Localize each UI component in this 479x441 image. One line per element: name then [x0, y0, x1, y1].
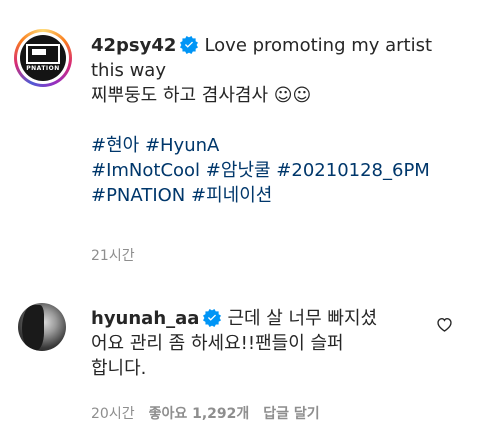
- hashtag-link[interactable]: #20210128_6PM: [276, 160, 430, 181]
- reply-button[interactable]: 답글 달기: [263, 403, 319, 423]
- hashtag-link[interactable]: #HyunA: [145, 135, 219, 156]
- caption-text-3: 찌뿌둥도 하고 겸사겸사 ☺☺: [91, 85, 312, 106]
- comment-text-2: 어요 관리 좀 하세요!!팬들이 슬퍼: [91, 333, 344, 354]
- hashtag-link[interactable]: #PNATION: [91, 185, 185, 206]
- post-username[interactable]: 42psy42: [91, 35, 176, 56]
- hashtag-link[interactable]: #피네이션: [191, 185, 272, 206]
- comment-text-3: 합니다.: [91, 358, 147, 379]
- verified-badge-icon: [203, 309, 222, 327]
- post-avatar[interactable]: PNATION: [14, 29, 72, 87]
- post-timestamp[interactable]: 21시간: [91, 245, 135, 265]
- comment-likes[interactable]: 좋아요 1,292개: [149, 403, 250, 423]
- comment-avatar[interactable]: [18, 303, 66, 351]
- verified-badge-icon: [180, 36, 199, 54]
- pnation-logo: PNATION: [20, 35, 66, 81]
- comment-meta: 20시간 좋아요 1,292개 답글 달기: [91, 403, 320, 423]
- hashtag-link[interactable]: #암낫쿨: [206, 160, 271, 181]
- comment-username[interactable]: hyunah_aa: [91, 308, 199, 329]
- comment-body: hyunah_aa 근데 살 너무 빠지셨 어요 관리 좀 하세요!!팬들이 슬퍼…: [91, 306, 421, 381]
- caption-text-2: this way: [91, 60, 166, 81]
- hashtag-link[interactable]: #ImNotCool: [91, 160, 200, 181]
- like-heart-icon[interactable]: [436, 317, 453, 332]
- comment-timestamp[interactable]: 20시간: [91, 403, 135, 423]
- post-caption: 42psy42 Love promoting my artist this way…: [91, 33, 466, 208]
- caption-text: Love promoting my artist: [204, 35, 433, 56]
- comment-text: 근데 살 너무 빠지셨: [227, 308, 378, 329]
- hashtag-link[interactable]: #현아: [91, 135, 139, 156]
